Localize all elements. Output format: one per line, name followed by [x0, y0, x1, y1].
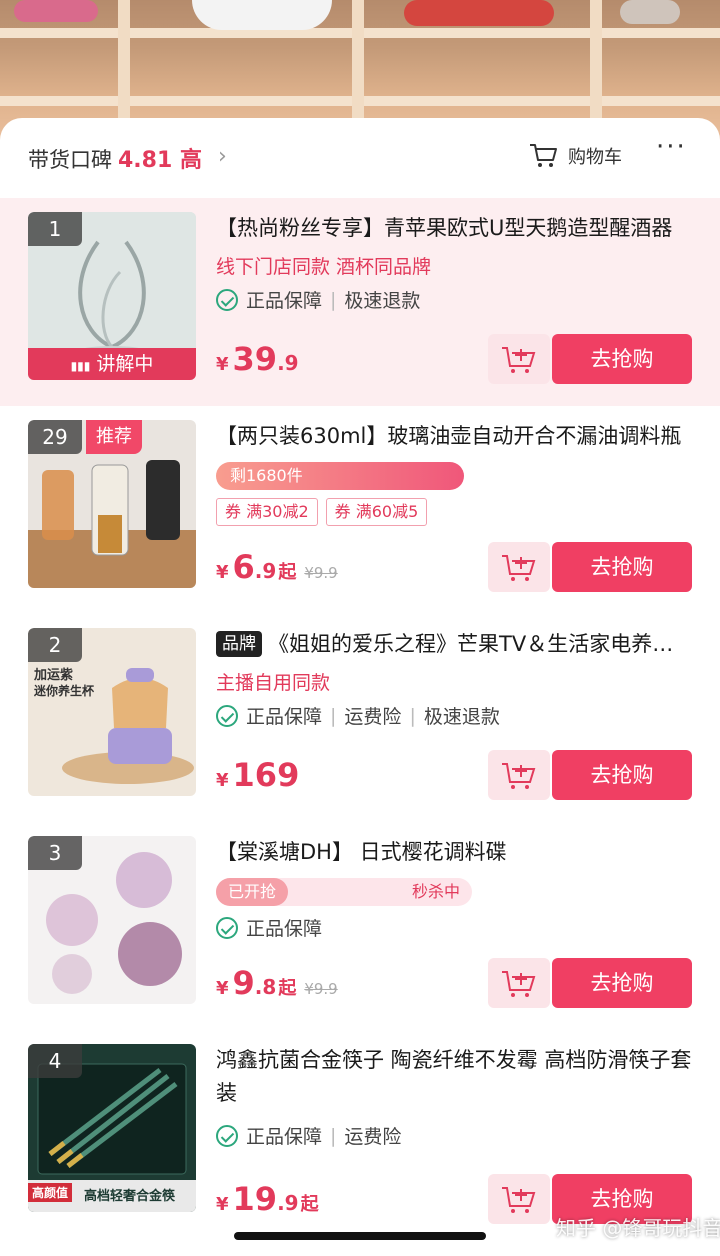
cart-label: 购物车 — [568, 147, 622, 168]
thumb-caption: 迷你养生杯 — [34, 684, 95, 698]
buy-now-button[interactable]: 去抢购 — [552, 750, 692, 800]
reputation-score[interactable]: 带货口碑 4.81 高 — [28, 142, 202, 174]
buy-now-button[interactable]: 去抢购 — [552, 542, 692, 592]
sound-bars-icon: ▮▮▮ — [70, 359, 91, 373]
coupon-tag[interactable]: 券 满30减2 — [216, 498, 318, 526]
rank-badge: 4 — [28, 1044, 82, 1078]
rank-badge: 1 — [28, 212, 82, 246]
product-price: ¥9.8 起 ¥9.9 — [216, 964, 338, 1002]
score-value: 4.81 高 — [118, 148, 202, 173]
product-title[interactable]: 鸿鑫抗菌合金筷子 陶瓷纤维不发霉 高档防滑筷子套装 — [216, 1044, 692, 1114]
rank-badge: 3 — [28, 836, 82, 870]
stock-remaining-bar: 剩1680件 — [216, 462, 464, 490]
guarantee-item: 极速退款 — [423, 706, 500, 728]
add-to-cart-button[interactable] — [488, 750, 550, 800]
cart-button[interactable]: 购物车 — [528, 140, 648, 172]
product-title[interactable]: 品牌 《姐姐的爱乐之程》芒果TV＆生活家电养生壶 — [216, 628, 692, 660]
guarantee-item: 运费险 — [344, 706, 402, 728]
flash-sale-started: 已开抢 — [216, 878, 289, 906]
chevron-right-icon[interactable]: › — [218, 144, 227, 169]
check-circle-icon — [216, 1124, 238, 1147]
check-circle-icon — [216, 288, 238, 311]
product-item-2[interactable]: 29 推荐 【两只装630ml】玻璃油壶自动开合不漏油调料瓶 剩1680件 券 … — [0, 406, 720, 614]
home-indicator[interactable] — [234, 1232, 486, 1240]
flash-sale-bar: 已开抢 秒杀中 — [216, 878, 472, 906]
explaining-badge: ▮▮▮ 讲解中 — [28, 348, 196, 380]
product-item-3[interactable]: 2 加运紫 迷你养生杯 品牌 《姐姐的爱乐之程》芒果TV＆生活家电养生壶 主播自用… — [0, 614, 720, 822]
check-circle-icon — [216, 704, 238, 727]
product-title-text: 《姐姐的爱乐之程》芒果TV＆生活家电养生壶 — [268, 632, 692, 656]
explaining-label: 讲解中 — [96, 353, 154, 375]
cart-plus-icon — [502, 347, 536, 373]
guarantee-list: 正品保障 | 运费险 | 极速退款 — [216, 702, 500, 729]
product-subline: 主播自用同款 — [216, 672, 331, 694]
guarantee-list: 正品保障 — [216, 914, 322, 941]
product-item-1[interactable]: 1 ▮▮▮ 讲解中 【热尚粉丝专享】青苹果欧式U型天鹅造型醒酒器 线下门店同款 酒… — [0, 198, 720, 406]
add-to-cart-button[interactable] — [488, 1174, 550, 1224]
check-circle-icon — [216, 916, 238, 939]
product-title[interactable]: 【两只装630ml】玻璃油壶自动开合不漏油调料瓶 — [216, 420, 692, 452]
thumb-caption: 高档轻奢合金筷 — [84, 1189, 176, 1204]
rank-badge: 29 — [28, 420, 82, 454]
product-price: ¥169 — [216, 756, 300, 794]
guarantee-item: 正品保障 — [246, 918, 323, 940]
product-price: ¥39.9 — [216, 340, 299, 378]
product-title[interactable]: 【棠溪塘DH】 日式樱花调料碟 — [216, 836, 692, 868]
guarantee-item: 极速退款 — [344, 290, 421, 312]
product-thumbnail[interactable]: 4 高颜值 高档轻奢合金筷 — [28, 1044, 196, 1212]
product-item-5[interactable]: 4 高颜值 高档轻奢合金筷 鸿鑫抗菌合金筷子 陶瓷纤维不发霉 高档防滑筷子套装 … — [0, 1030, 720, 1238]
guarantee-list: 正品保障 | 极速退款 — [216, 286, 420, 313]
product-price: ¥6.9 起 ¥9.9 — [216, 548, 338, 586]
thumb-caption: 高颜值 — [28, 1183, 73, 1202]
guarantee-item: 正品保障 — [246, 1126, 323, 1148]
product-thumbnail[interactable]: 29 推荐 — [28, 420, 196, 588]
thumb-caption: 加运紫 — [34, 668, 74, 683]
guarantee-item: 正品保障 — [246, 706, 323, 728]
panel-header: 带货口碑 4.81 高 › 购物车 ··· — [0, 118, 720, 198]
cart-plus-icon — [502, 555, 536, 581]
original-price: ¥9.9 — [304, 980, 338, 998]
rank-badge: 2 — [28, 628, 82, 662]
product-thumbnail[interactable]: 3 — [28, 836, 196, 1004]
cart-plus-icon — [502, 1187, 536, 1213]
product-item-4[interactable]: 3 【棠溪塘DH】 日式樱花调料碟 已开抢 秒杀中 正品保障 ¥9.8 起 ¥9.9… — [0, 822, 720, 1030]
cart-icon — [530, 144, 557, 167]
add-to-cart-button[interactable] — [488, 542, 550, 592]
recommended-tag: 推荐 — [86, 420, 142, 454]
original-price: ¥9.9 — [304, 564, 338, 582]
coupon-list: 券 满30减2 券 满60减5 — [216, 498, 435, 526]
product-subline: 线下门店同款 酒杯同品牌 — [216, 256, 432, 278]
product-list-panel: 带货口碑 4.81 高 › 购物车 ··· 1 ▮▮▮ 讲解中 【热尚粉丝专享】… — [0, 118, 720, 1256]
brand-tag: 品牌 — [216, 631, 262, 657]
guarantee-item: 正品保障 — [246, 290, 323, 312]
coupon-tag[interactable]: 券 满60减5 — [325, 498, 428, 526]
flash-sale-status: 秒杀中 — [411, 882, 460, 901]
product-thumbnail[interactable]: 1 ▮▮▮ 讲解中 — [28, 212, 196, 380]
product-price: ¥19.9 起 — [216, 1180, 319, 1218]
buy-now-button[interactable]: 去抢购 — [552, 958, 692, 1008]
cart-plus-icon — [502, 763, 536, 789]
add-to-cart-button[interactable] — [488, 334, 550, 384]
more-options-icon[interactable]: ··· — [656, 132, 687, 162]
score-label-text: 带货口碑 — [28, 148, 112, 172]
guarantee-item: 运费险 — [344, 1126, 402, 1148]
add-to-cart-button[interactable] — [488, 958, 550, 1008]
product-thumbnail[interactable]: 2 加运紫 迷你养生杯 — [28, 628, 196, 796]
watermark-text: 知乎 @锋哥玩抖音 — [556, 1216, 720, 1240]
buy-now-button[interactable]: 去抢购 — [552, 334, 692, 384]
cart-plus-icon — [502, 971, 536, 997]
product-title[interactable]: 【热尚粉丝专享】青苹果欧式U型天鹅造型醒酒器 — [216, 212, 692, 244]
guarantee-list: 正品保障 | 运费险 — [216, 1122, 401, 1149]
